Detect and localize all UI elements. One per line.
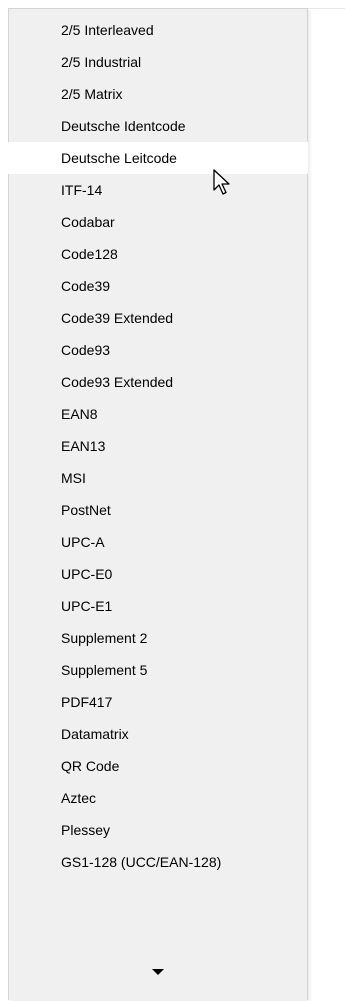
chevron-down-icon: [152, 969, 164, 975]
menu-item-code39[interactable]: Code39: [9, 270, 307, 302]
menu-item-aztec[interactable]: Aztec: [9, 782, 307, 814]
menu-item-upc-a[interactable]: UPC-A: [9, 526, 307, 558]
menu-item-code39-extended[interactable]: Code39 Extended: [9, 302, 307, 334]
menu-item-supplement-2[interactable]: Supplement 2: [9, 622, 307, 654]
menu-item-qr-code[interactable]: QR Code: [9, 750, 307, 782]
menu-item-list: 2/5 Interleaved 2/5 Industrial 2/5 Matrix D…: [8, 14, 308, 878]
menu-item-2-5-matrix[interactable]: 2/5 Matrix: [9, 78, 307, 110]
menu-item-msi[interactable]: MSI: [9, 462, 307, 494]
menu-item-supplement-5[interactable]: Supplement 5: [9, 654, 307, 686]
menu-item-upc-e1[interactable]: UPC-E1: [9, 590, 307, 622]
menu-item-plessey[interactable]: Plessey: [9, 814, 307, 846]
menu-item-gs1-128-ucc-ean-128[interactable]: GS1-128 (UCC/EAN-128): [9, 846, 307, 878]
menu-item-codabar[interactable]: Codabar: [9, 206, 307, 238]
menu-item-2-5-industrial[interactable]: 2/5 Industrial: [9, 46, 307, 78]
scroll-down-button[interactable]: [9, 961, 307, 1001]
menu-item-upc-e0[interactable]: UPC-E0: [9, 558, 307, 590]
menu-item-code93[interactable]: Code93: [9, 334, 307, 366]
menu-item-postnet[interactable]: PostNet: [9, 494, 307, 526]
menu-item-deutsche-identcode[interactable]: Deutsche Identcode: [9, 110, 307, 142]
menu-item-ean13[interactable]: EAN13: [9, 430, 307, 462]
menu-item-deutsche-leitcode[interactable]: Deutsche Leitcode: [8, 142, 308, 174]
window-edge: [308, 8, 345, 9]
menu-item-code93-extended[interactable]: Code93 Extended: [9, 366, 307, 398]
menu-item-code128[interactable]: Code128: [9, 238, 307, 270]
barcode-type-dropdown-menu[interactable]: 2/5 Interleaved 2/5 Industrial 2/5 Matrix D…: [8, 8, 308, 1000]
menu-item-pdf417[interactable]: PDF417: [9, 686, 307, 718]
menu-item-itf-14[interactable]: ITF-14: [9, 174, 307, 206]
menu-item-2-5-interleaved[interactable]: 2/5 Interleaved: [9, 14, 307, 46]
menu-item-datamatrix[interactable]: Datamatrix: [9, 718, 307, 750]
menu-item-ean8[interactable]: EAN8: [9, 398, 307, 430]
